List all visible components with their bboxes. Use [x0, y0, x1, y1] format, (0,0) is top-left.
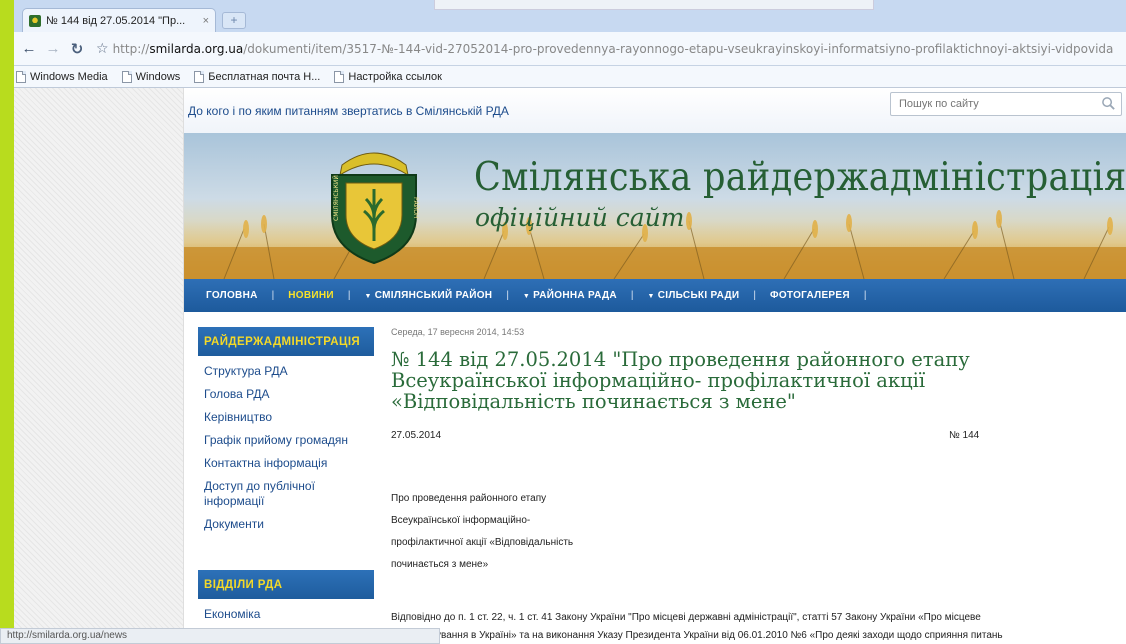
- site-page: До кого і по яким питанням звертатись в …: [184, 88, 1126, 644]
- bookmark-item[interactable]: Windows: [121, 70, 181, 83]
- url-domain: smilarda.org.ua: [149, 41, 244, 56]
- tab-title: № 144 від 27.05.2014 "Пр...: [46, 14, 186, 27]
- sidebar-item-reception-schedule[interactable]: Графік прийому громадян: [204, 433, 374, 448]
- document-number: № 144: [949, 430, 980, 441]
- close-tab-icon[interactable]: ×: [203, 15, 209, 27]
- subject-line: Всеукраїнської інформаційно-: [391, 515, 531, 526]
- bookmark-item[interactable]: Настройка ссылок: [334, 70, 442, 83]
- page-icon: [121, 70, 132, 83]
- page-icon: [334, 70, 345, 83]
- emblem-text-right: РАЙОН: [412, 197, 419, 218]
- url-prefix: http://: [112, 41, 150, 56]
- sidebar-menu: Структура РДА Голова РДА Керівництво Гра…: [198, 356, 374, 532]
- search-icon[interactable]: [1101, 96, 1116, 111]
- nav-label: СМІЛЯНСЬКИЙ РАЙОН: [374, 290, 493, 301]
- bookmark-label: Windows: [135, 70, 181, 83]
- bookmark-star-icon[interactable]: ☆: [96, 40, 109, 57]
- document-meta: 27.05.2014 № 144: [391, 430, 1126, 448]
- nav-separator: |: [506, 290, 509, 301]
- nav-separator: |: [630, 290, 634, 301]
- background-popup: [434, 0, 874, 10]
- nav-separator: |: [863, 290, 867, 301]
- bookmark-label: Настройка ссылок: [348, 70, 442, 83]
- sidebar-item-contacts[interactable]: Контактна інформація: [204, 456, 374, 471]
- sidebar-item-head[interactable]: Голова РДА: [204, 387, 374, 402]
- district-emblem: СМІЛЯНСЬКИЙ РАЙОН: [331, 152, 419, 265]
- subject-line: починається з мене»: [391, 559, 489, 570]
- page-icon: [194, 70, 205, 83]
- bookmark-label: Windows Media: [30, 70, 108, 83]
- nav-label: РАЙОННА РАДА: [533, 290, 617, 301]
- nav-separator: |: [347, 290, 351, 301]
- sidebar-item-economy[interactable]: Економіка: [204, 607, 260, 622]
- main-navigation: ГОЛОВНА | НОВИНИ | ▼ СМІЛЯНСЬКИЙ РАЙОН | …: [184, 279, 1126, 312]
- status-bar-url: http://smilarda.org.ua/news: [0, 628, 440, 644]
- page-viewport: До кого і по яким питанням звертатись в …: [14, 88, 1126, 644]
- search-input[interactable]: [891, 93, 1091, 115]
- bookmark-label: Бесплатная почта Н...: [208, 70, 321, 83]
- sidebar: РАЙДЕРЖАДМІНІСТРАЦІЯ Структура РДА Голов…: [198, 327, 374, 644]
- body-paragraph-line: самоврядування в Україні» та на виконанн…: [391, 630, 1003, 641]
- dropdown-arrow-icon: ▼: [522, 293, 531, 300]
- forward-arrow-icon[interactable]: →: [42, 38, 64, 60]
- nav-home[interactable]: ГОЛОВНА: [206, 290, 258, 301]
- tab-bar: № 144 від 27.05.2014 "Пр... × +: [14, 0, 1126, 32]
- sidebar-item-public-info[interactable]: Доступ до публічної інформації: [204, 479, 374, 509]
- contact-guide-link[interactable]: До кого і по яким питанням звертатись в …: [188, 104, 509, 118]
- article-title: № 144 від 27.05.2014 "Про проведення рай…: [391, 348, 970, 413]
- emblem-text-left: СМІЛЯНСЬКИЙ: [333, 175, 340, 221]
- top-strip: До кого і по яким питанням звертатись в …: [184, 88, 1126, 133]
- back-arrow-icon[interactable]: ←: [18, 38, 40, 60]
- header-banner: СМІЛЯНСЬКИЙ РАЙОН Смілянська райдержадмі…: [184, 133, 1126, 279]
- reload-icon[interactable]: ↻: [66, 38, 88, 60]
- nav-label: СІЛЬСЬКІ РАДИ: [657, 290, 740, 301]
- subject-line: Про проведення районного етапу: [391, 493, 547, 504]
- document-date: 27.05.2014: [391, 430, 442, 441]
- dropdown-arrow-icon: ▼: [364, 293, 372, 300]
- nav-village-councils[interactable]: ▼ СІЛЬСЬКІ РАДИ: [648, 290, 740, 301]
- sidebar-menu-departments: Економіка: [198, 599, 260, 630]
- sidebar-heading-departments: ВІДДІЛИ РДА: [198, 570, 374, 599]
- browser-window: № 144 від 27.05.2014 "Пр... × + ← → ↻ ☆ …: [14, 0, 1126, 88]
- left-background-pattern: [14, 88, 184, 644]
- article-body: Відповідно до п. 1 ст. 22, ч. 1 ст. 41 З…: [391, 609, 1126, 644]
- address-bar[interactable]: http://smilarda.org.ua/dokumenti/item/35…: [113, 37, 1126, 61]
- nav-photo-gallery[interactable]: ФОТОГАЛЕРЕЯ: [770, 290, 850, 301]
- bookmark-item[interactable]: Windows Media: [16, 70, 108, 83]
- nav-separator: |: [753, 290, 756, 301]
- new-tab-button[interactable]: +: [222, 12, 246, 29]
- site-title: Смілянська райдержадміністрація: [474, 155, 1126, 200]
- sidebar-item-management[interactable]: Керівництво: [204, 410, 374, 425]
- bookmarks-bar: Windows Media Windows Бесплатная почта Н…: [14, 66, 1126, 88]
- site-subtitle: офіційний сайт: [475, 203, 685, 232]
- site-favicon-icon: [29, 14, 41, 27]
- nav-smila-district[interactable]: ▼ СМІЛЯНСЬКИЙ РАЙОН: [364, 290, 492, 301]
- bookmark-item[interactable]: Бесплатная почта Н...: [194, 70, 321, 83]
- sidebar-heading-administration: РАЙДЕРЖАДМІНІСТРАЦІЯ: [198, 327, 374, 356]
- site-search: [890, 92, 1122, 116]
- dropdown-arrow-icon: ▼: [647, 293, 655, 300]
- article-datetime: Середа, 17 вересня 2014, 14:53: [391, 327, 525, 337]
- body-paragraph-line: Відповідно до п. 1 ст. 22, ч. 1 ст. 41 З…: [391, 612, 981, 623]
- browser-tab[interactable]: № 144 від 27.05.2014 "Пр... ×: [22, 8, 216, 32]
- article: Середа, 17 вересня 2014, 14:53 № 144 від…: [391, 327, 1126, 644]
- sidebar-item-structure[interactable]: Структура РДА: [204, 364, 374, 379]
- nav-separator: |: [271, 290, 275, 301]
- browser-toolbar: ← → ↻ ☆ http://smilarda.org.ua/dokumenti…: [14, 32, 1126, 66]
- nav-district-council[interactable]: ▼ РАЙОННА РАДА: [523, 290, 617, 301]
- url-path: /dokumenti/item/3517-№-144-vid-27052014-…: [243, 41, 1114, 56]
- nav-news[interactable]: НОВИНИ: [288, 290, 334, 301]
- page-icon: [16, 70, 26, 83]
- subject-line: профілактичної акції «Відповідальність: [391, 537, 574, 548]
- sidebar-item-documents[interactable]: Документи: [204, 517, 374, 532]
